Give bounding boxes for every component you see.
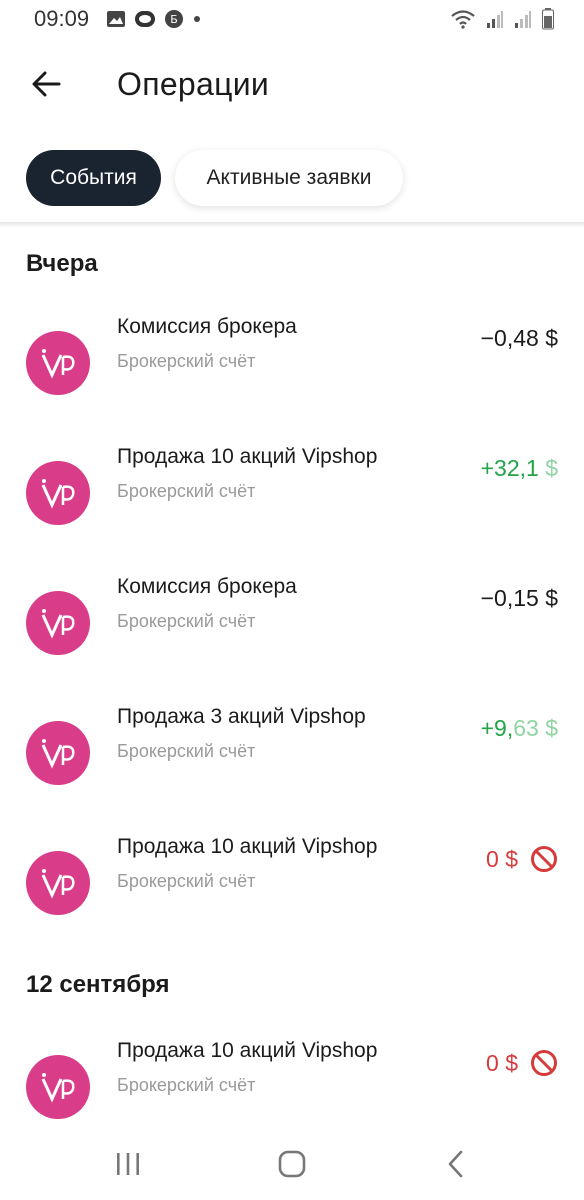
item-subtitle: Брокерский счёт xyxy=(117,741,256,761)
item-subtitle: Брокерский счёт xyxy=(117,351,256,371)
status-bar: 09:09 Б xyxy=(0,0,584,40)
vipshop-logo-icon xyxy=(26,591,90,655)
svg-text:Б: Б xyxy=(170,13,178,26)
item-amount-value: −0,15 $ xyxy=(480,585,558,611)
list-item[interactable]: Продажа 3 акций Vipshop Брокерский счёт … xyxy=(0,705,584,831)
item-amount-value: −0,48 $ xyxy=(480,325,558,351)
system-back-button[interactable] xyxy=(436,1144,476,1184)
item-amount: 0 $ xyxy=(486,1049,558,1077)
vipshop-logo-icon xyxy=(26,721,90,785)
list-item[interactable]: Продажа 10 акций Vipshop Брокерский счёт… xyxy=(0,835,584,961)
item-title: Продажа 10 акций Vipshop xyxy=(117,1039,378,1062)
status-notification-icons: Б xyxy=(106,9,202,29)
signal-icon xyxy=(487,11,503,28)
section-header-yesterday: Вчера xyxy=(26,250,98,277)
header-divider xyxy=(0,222,584,228)
wifi-icon xyxy=(451,10,475,29)
system-nav-bar xyxy=(0,1130,584,1200)
item-amount: −0,48 $ xyxy=(481,325,558,352)
item-subtitle: Брокерский счёт xyxy=(117,1075,256,1095)
item-amount: +32,1 $ xyxy=(481,455,558,482)
dot-icon xyxy=(194,16,200,22)
back-button[interactable] xyxy=(26,64,66,104)
status-time: 09:09 xyxy=(34,6,90,31)
item-amount-value: 0 $ xyxy=(486,845,518,872)
item-amount-main: +32,1 xyxy=(480,455,539,481)
page-title: Операции xyxy=(117,66,270,102)
vipshop-logo-icon xyxy=(26,851,90,915)
item-amount-fade: $ xyxy=(538,455,558,481)
tab-active-orders[interactable]: Активные заявки xyxy=(175,150,403,206)
vipshop-logo-icon xyxy=(26,461,90,525)
item-title: Комиссия брокера xyxy=(117,575,297,598)
section-header-sep12: 12 сентября xyxy=(26,971,170,998)
item-amount-value: 0 $ xyxy=(486,1049,518,1076)
ring-icon xyxy=(135,11,155,27)
vipshop-logo-icon xyxy=(26,1055,90,1119)
back-icon xyxy=(448,1150,463,1178)
b-badge-icon: Б xyxy=(165,10,183,28)
item-title: Продажа 10 акций Vipshop xyxy=(117,835,378,858)
recent-apps-button[interactable] xyxy=(108,1144,148,1184)
item-amount-main: +9, xyxy=(480,715,514,741)
recent-apps-icon xyxy=(117,1153,139,1175)
tab-events[interactable]: События xyxy=(26,150,161,206)
list-item[interactable]: Продажа 10 акций Vipshop Брокерский счёт… xyxy=(0,445,584,571)
app-bar: Операции xyxy=(0,50,584,122)
list-item[interactable]: Комиссия брокера Брокерский счёт −0,15 $ xyxy=(0,575,584,701)
item-title: Комиссия брокера xyxy=(117,315,297,338)
list-item[interactable]: Комиссия брокера Брокерский счёт −0,48 $ xyxy=(0,315,584,441)
item-amount: −0,15 $ xyxy=(481,585,558,612)
vipshop-logo-icon xyxy=(26,331,90,395)
home-button[interactable] xyxy=(272,1144,312,1184)
item-amount: +9,63 $ xyxy=(481,715,558,742)
battery-icon xyxy=(542,8,554,30)
item-title: Продажа 10 акций Vipshop xyxy=(117,445,378,468)
image-icon xyxy=(107,11,125,27)
tabs: События Активные заявки xyxy=(26,150,403,206)
item-subtitle: Брокерский счёт xyxy=(117,611,256,631)
cancelled-icon xyxy=(531,1050,557,1076)
item-subtitle: Брокерский счёт xyxy=(117,481,256,501)
item-amount-fade: 63 $ xyxy=(513,715,558,741)
home-icon xyxy=(278,1150,306,1178)
item-amount: 0 $ xyxy=(486,845,558,873)
arrow-left-icon xyxy=(32,71,61,97)
signal-icon xyxy=(515,11,531,28)
item-subtitle: Брокерский счёт xyxy=(117,871,256,891)
cancelled-icon xyxy=(531,846,557,872)
status-system-icons xyxy=(450,8,554,30)
item-title: Продажа 3 акций Vipshop xyxy=(117,705,366,728)
